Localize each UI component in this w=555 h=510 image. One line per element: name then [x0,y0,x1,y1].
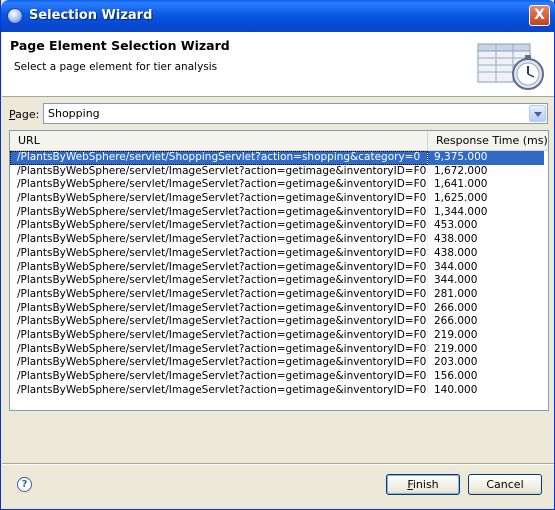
title-bar[interactable]: Selection Wizard X [1,0,555,32]
response-time-cell: 1,344.000 [434,205,488,218]
page-select[interactable]: Shopping [43,103,548,124]
response-time-cell: 438.000 [434,246,478,259]
header-title: Page Element Selection Wizard [10,38,230,53]
table-row[interactable]: /PlantsByWebSphere/servlet/ImageServlet?… [10,274,548,288]
table-row[interactable]: /PlantsByWebSphere/servlet/ImageServlet?… [10,328,548,343]
table-body: /PlantsByWebSphere/servlet/ShoppingServl… [10,151,548,398]
response-time-cell: 281.000 [434,287,478,300]
url-cell: /PlantsByWebSphere/servlet/ImageServlet?… [10,219,428,234]
page-select-value: Shopping [48,107,100,120]
table-row[interactable]: /PlantsByWebSphere/servlet/ImageServlet?… [10,315,548,329]
response-time-cell: 140.000 [434,383,478,396]
response-time-cell: 266.000 [434,301,478,314]
table-row[interactable]: /PlantsByWebSphere/servlet/ShoppingServl… [10,151,548,165]
url-cell: /PlantsByWebSphere/servlet/ImageServlet?… [10,287,428,302]
url-cell: /PlantsByWebSphere/servlet/ImageServlet?… [10,370,428,384]
table-stopwatch-icon [477,43,544,90]
response-time-cell: 156.000 [434,370,478,382]
footer-separator [2,463,554,465]
table-header: URL Response Time (ms) [10,131,548,151]
finish-button[interactable]: Finish [386,474,460,495]
page-element-table[interactable]: URL Response Time (ms) /PlantsByWebSpher… [9,130,549,411]
response-time-cell: 266.000 [434,315,478,328]
response-time-cell: 1,641.000 [434,178,488,191]
table-row[interactable]: /PlantsByWebSphere/servlet/ImageServlet?… [10,356,548,370]
url-cell: /PlantsByWebSphere/servlet/ImageServlet?… [10,246,428,261]
response-time-cell: 219.000 [434,342,478,355]
table-row[interactable]: /PlantsByWebSphere/servlet/ImageServlet?… [10,301,548,316]
url-cell: /PlantsByWebSphere/servlet/ShoppingServl… [10,151,428,165]
table-row[interactable]: /PlantsByWebSphere/servlet/ImageServlet?… [10,164,548,179]
table-row[interactable]: /PlantsByWebSphere/servlet/ImageServlet?… [10,178,548,193]
response-time-cell: 219.000 [434,328,478,341]
url-cell: /PlantsByWebSphere/servlet/ImageServlet?… [10,260,428,275]
response-time-cell: 344.000 [434,260,478,273]
column-header-url[interactable]: URL [10,131,428,150]
url-cell: /PlantsByWebSphere/servlet/ImageServlet?… [10,178,428,193]
url-cell: /PlantsByWebSphere/servlet/ImageServlet?… [10,383,428,398]
response-time-cell: 344.000 [434,274,478,287]
finish-label: inish [412,478,439,491]
url-cell: /PlantsByWebSphere/servlet/ImageServlet?… [10,328,428,343]
url-cell: /PlantsByWebSphere/servlet/ImageServlet?… [10,192,428,206]
response-time-cell: 438.000 [434,233,478,246]
selection-wizard-window: Selection Wizard X Page Element Selectio… [0,0,555,510]
close-button[interactable]: X [529,5,550,26]
url-cell: /PlantsByWebSphere/servlet/ImageServlet?… [10,233,428,247]
url-cell: /PlantsByWebSphere/servlet/ImageServlet?… [10,356,428,370]
table-row[interactable]: /PlantsByWebSphere/servlet/ImageServlet?… [10,219,548,234]
table-row[interactable]: /PlantsByWebSphere/servlet/ImageServlet?… [10,383,548,398]
response-time-cell: 9,375.000 [428,151,544,165]
chevron-down-icon[interactable] [529,105,546,122]
table-row[interactable]: /PlantsByWebSphere/servlet/ImageServlet?… [10,370,548,384]
app-icon [7,8,23,24]
url-cell: /PlantsByWebSphere/servlet/ImageServlet?… [10,205,428,220]
response-time-cell: 1,625.000 [434,192,488,205]
table-row[interactable]: /PlantsByWebSphere/servlet/ImageServlet?… [10,260,548,275]
cancel-button[interactable]: Cancel [468,474,542,495]
table-row[interactable]: /PlantsByWebSphere/servlet/ImageServlet?… [10,342,548,357]
response-time-cell: 1,672.000 [434,164,488,177]
table-row[interactable]: /PlantsByWebSphere/servlet/ImageServlet?… [10,287,548,302]
table-row[interactable]: /PlantsByWebSphere/servlet/ImageServlet?… [10,233,548,247]
window-title: Selection Wizard [29,8,153,23]
response-time-cell: 203.000 [434,356,478,369]
table-row[interactable]: /PlantsByWebSphere/servlet/ImageServlet?… [10,246,548,261]
table-row[interactable]: /PlantsByWebSphere/servlet/ImageServlet?… [10,205,548,220]
page-label: Page: [9,108,39,121]
page-label-text: age: [15,108,40,121]
url-cell: /PlantsByWebSphere/servlet/ImageServlet?… [10,164,428,179]
header-description: Select a page element for tier analysis [14,61,218,73]
url-cell: /PlantsByWebSphere/servlet/ImageServlet?… [10,315,428,329]
url-cell: /PlantsByWebSphere/servlet/ImageServlet?… [10,274,428,288]
table-row[interactable]: /PlantsByWebSphere/servlet/ImageServlet?… [10,192,548,206]
url-cell: /PlantsByWebSphere/servlet/ImageServlet?… [10,342,428,357]
column-header-response-time[interactable]: Response Time (ms) [428,131,548,150]
help-icon[interactable]: ? [17,477,32,492]
response-time-cell: 453.000 [434,219,478,232]
wizard-header: Page Element Selection Wizard Select a p… [2,32,554,97]
url-cell: /PlantsByWebSphere/servlet/ImageServlet?… [10,301,428,316]
